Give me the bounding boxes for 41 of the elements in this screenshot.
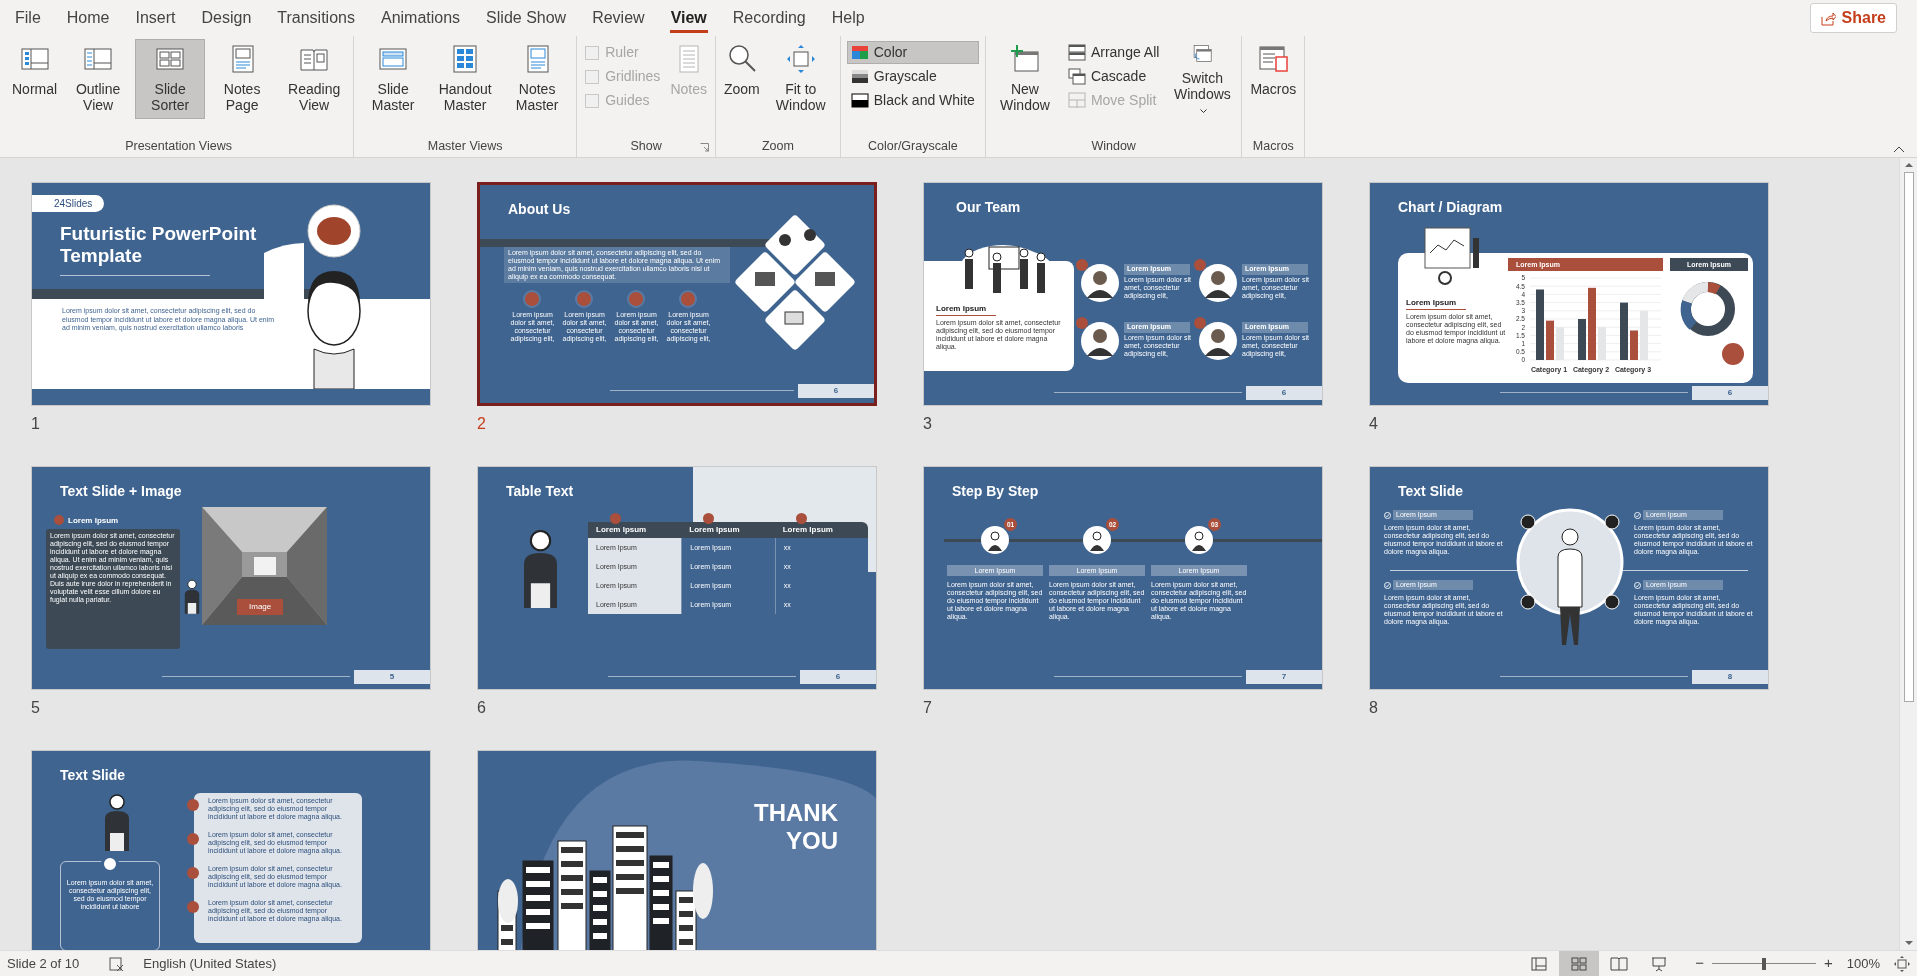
column-header: Lorem Ipsum xyxy=(595,524,648,536)
group-label: Show xyxy=(630,137,662,155)
slide-title: Futuristic PowerPoint Template xyxy=(60,223,258,267)
logo: 24Slides xyxy=(32,195,105,212)
slide-number: 2 xyxy=(477,414,487,434)
group-label: Color/Grayscale xyxy=(868,137,958,155)
language: English (United States) xyxy=(143,954,277,973)
slide-title: Step By Step xyxy=(952,482,1039,501)
slide-number: 6 xyxy=(477,698,487,718)
slide-number: 5 xyxy=(31,698,41,718)
page-number: 8 xyxy=(1692,670,1768,684)
slide-title: Our Team xyxy=(956,198,1021,217)
page-number: 6 xyxy=(1246,386,1322,400)
slide-number: 1 xyxy=(31,414,41,434)
slide-number: 8 xyxy=(1369,698,1379,718)
slide-title: Text Slide xyxy=(1398,482,1464,501)
group-label: Presentation Views xyxy=(125,137,232,155)
group-label: Macros xyxy=(1252,137,1294,155)
page-number: 6 xyxy=(1692,386,1768,400)
slide-title: Text Slide xyxy=(60,766,126,785)
column-header: Lorem Ipsum xyxy=(688,524,741,536)
heading: Lorem Ipsum xyxy=(68,515,119,527)
slide-title: Text Slide + Image xyxy=(60,482,182,501)
page-number: 6 xyxy=(800,670,876,684)
page-number: 7 xyxy=(1246,670,1322,684)
card-title: Lorem Ipsum xyxy=(936,303,987,315)
page-number: 6 xyxy=(798,384,874,398)
group-label: Zoom xyxy=(761,137,794,155)
slide-title: About Us xyxy=(508,200,571,219)
slide-title: Chart / Diagram xyxy=(1398,198,1503,217)
card-title: Lorem Ipsum xyxy=(1406,297,1457,309)
group-label: Window xyxy=(1091,137,1136,155)
group-label: Master Views xyxy=(427,137,503,155)
slide-title: THANK YOU xyxy=(753,799,838,855)
page-number: 5 xyxy=(354,670,430,684)
slide-info: Slide 2 of 10 xyxy=(7,954,80,973)
slide-number: 7 xyxy=(923,698,933,718)
slide-number: 4 xyxy=(1369,414,1379,434)
column-header: Lorem Ipsum xyxy=(781,524,834,536)
slide-number: 3 xyxy=(923,414,933,434)
slide-title: Table Text xyxy=(506,482,574,501)
